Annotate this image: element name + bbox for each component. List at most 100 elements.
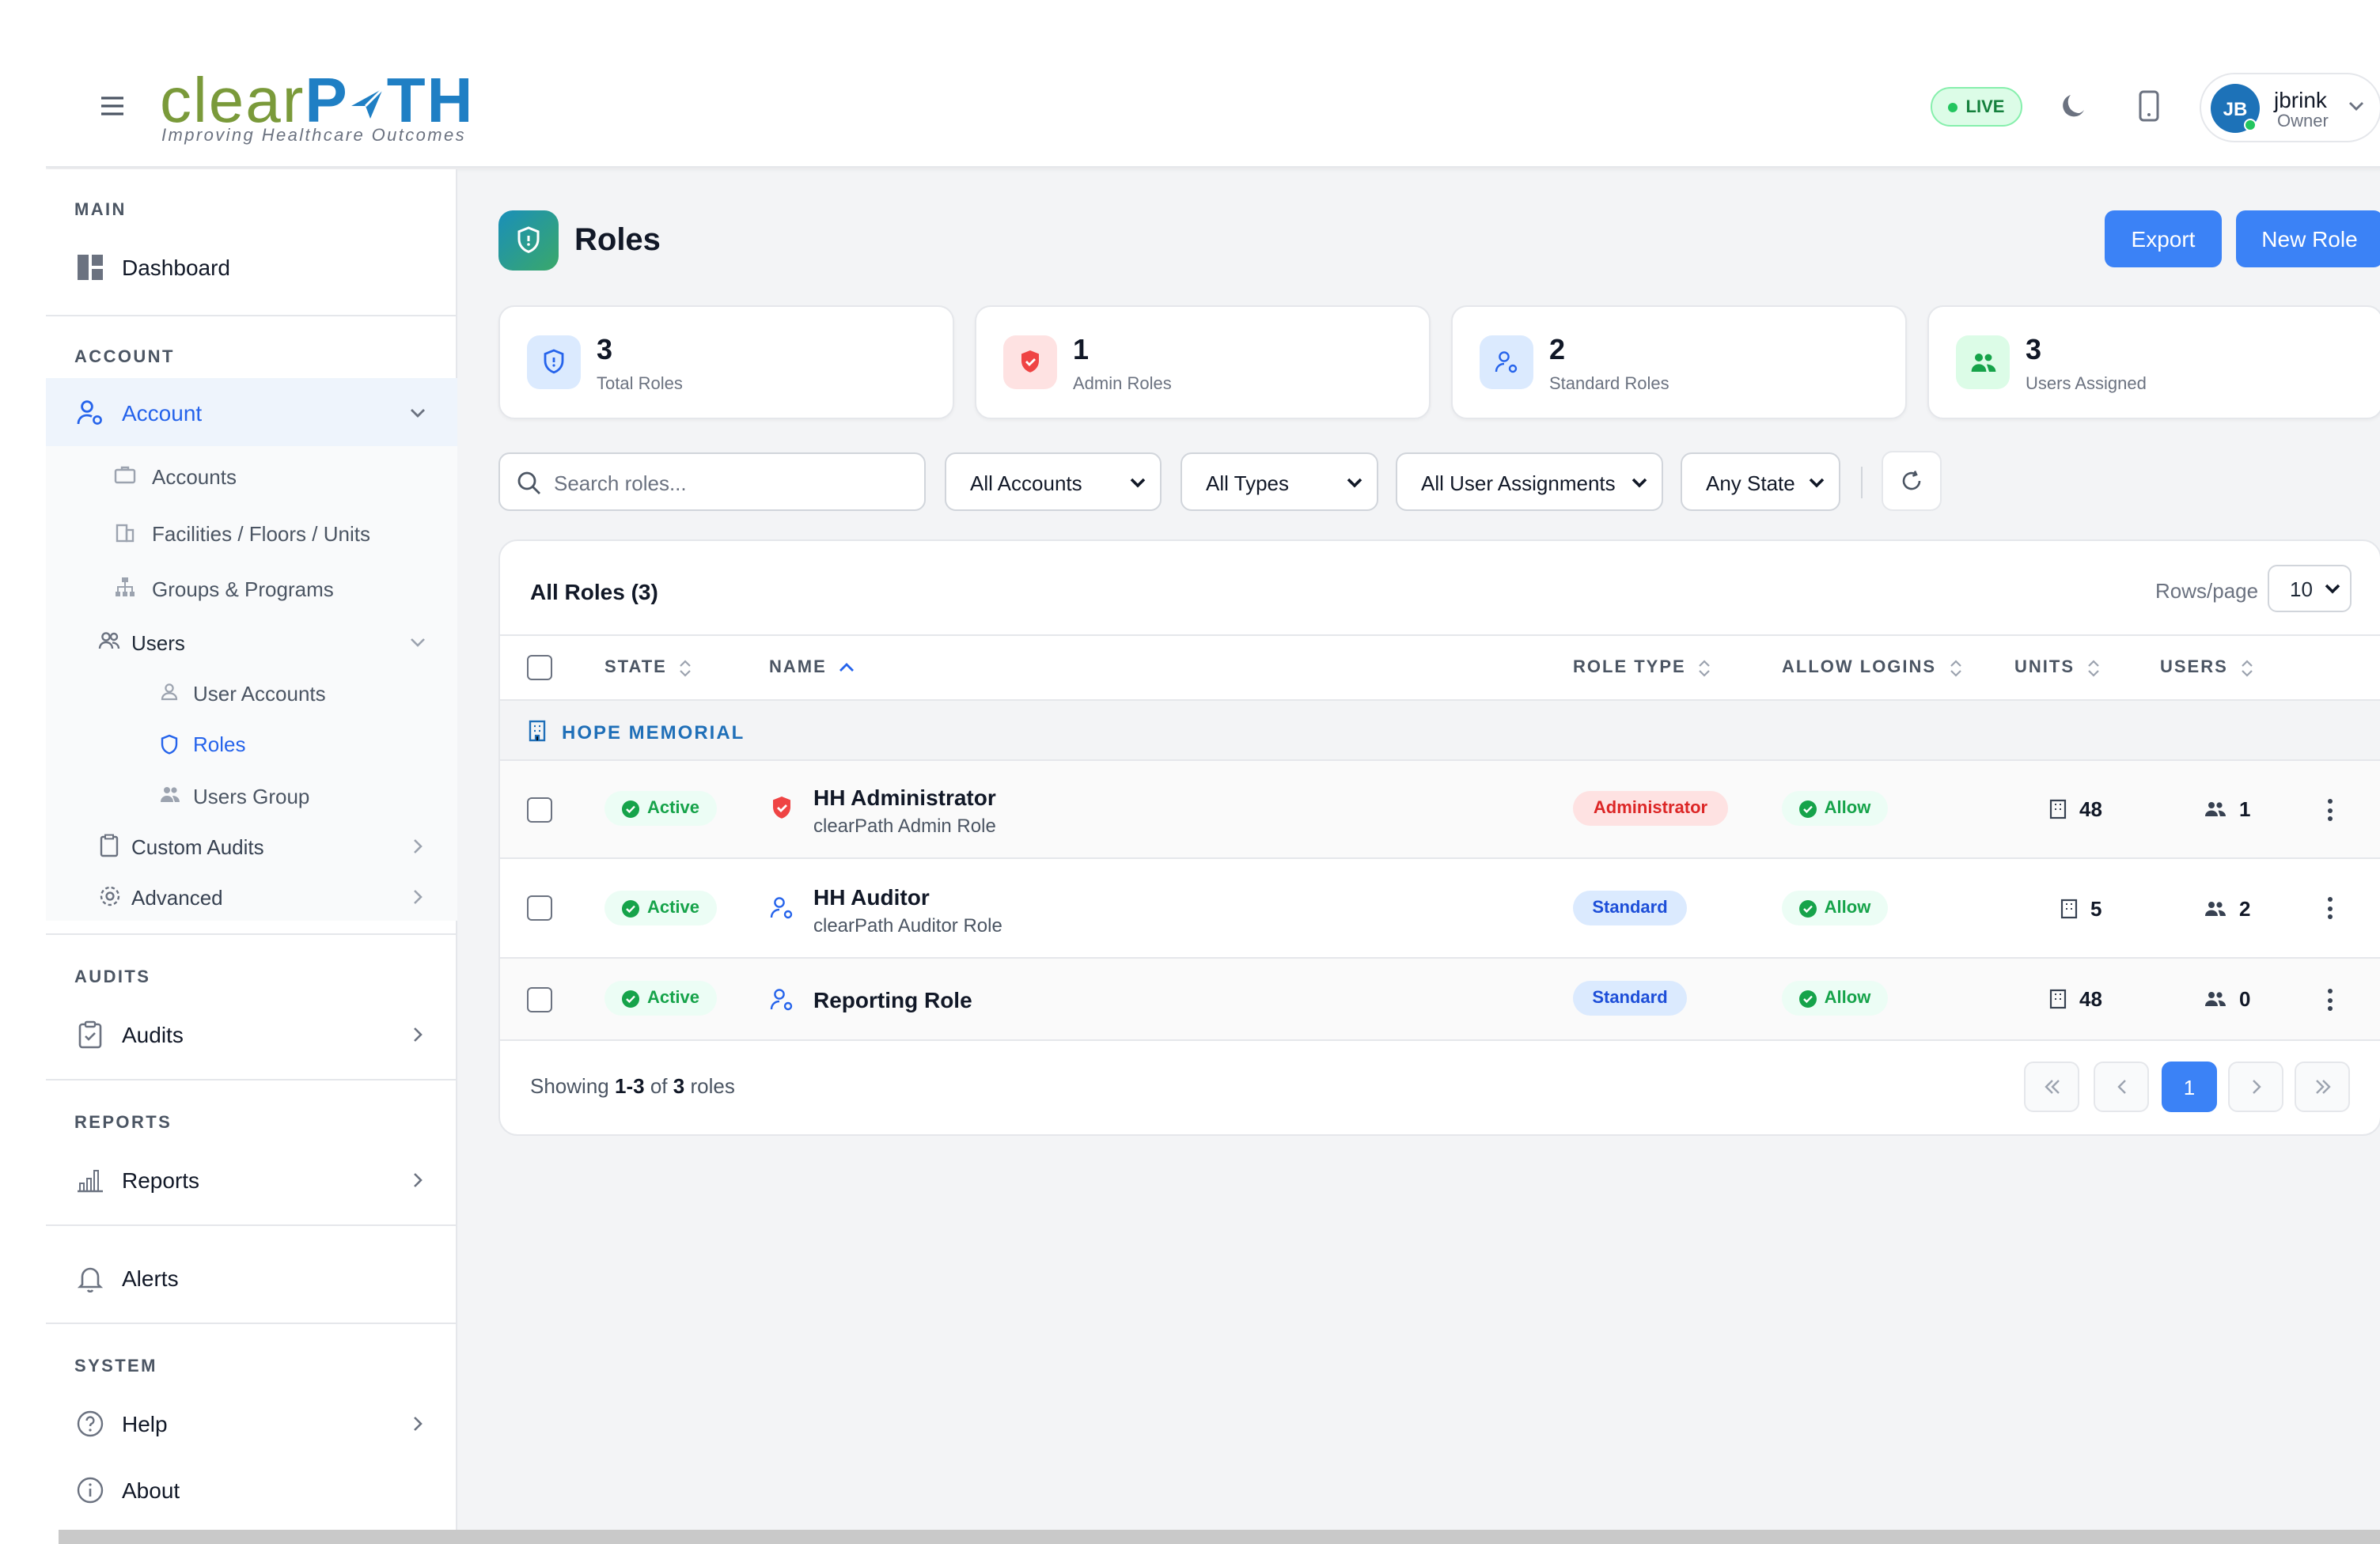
row-checkbox[interactable] [527,987,552,1012]
sort-icon [2088,659,2099,676]
column-name[interactable]: NAME [769,658,855,677]
select-all-checkbox[interactable] [527,655,552,680]
help-circle-icon [74,1408,106,1440]
check-circle-icon [621,990,639,1007]
sidebar-item-accounts[interactable]: Accounts [46,446,457,503]
check-circle-icon [1798,800,1817,817]
chevron-down-icon [411,409,425,418]
users-group-icon [157,781,182,807]
sidebar-item-advanced[interactable]: Advanced [46,870,457,922]
divider [46,315,457,316]
table-row[interactable]: Active HH Administrator clearPath Admin … [500,761,2380,859]
state-select[interactable]: Any State [1681,452,1840,511]
next-page-button[interactable] [2228,1062,2283,1112]
sort-icon [1950,659,1961,676]
allow-logins-badge: Allow [1782,891,1888,925]
group-row-hope-memorial: HOPE MEMORIAL [500,701,2380,761]
page-button-current[interactable]: 1 [2162,1062,2217,1112]
stat-card-standard-roles: 2 Standard Roles [1451,305,1907,419]
rows-per-page-select[interactable]: 10 [2268,565,2352,612]
sidebar-item-about[interactable]: About [46,1459,457,1522]
role-description: clearPath Admin Role [813,815,996,837]
allow-logins-badge: Allow [1782,791,1888,826]
sidebar-item-users-group[interactable]: Users Group [46,769,457,821]
dashboard-icon [74,252,106,283]
page-number: 1 [2183,1075,2196,1099]
accounts-select[interactable]: All Accounts [945,452,1162,511]
more-actions-icon[interactable] [2320,894,2339,922]
last-page-button[interactable] [2295,1062,2350,1112]
user-menu[interactable]: JB jbrink Owner [2200,73,2380,142]
user-name: jbrink [2274,87,2327,112]
export-button[interactable]: Export [2105,210,2222,267]
moon-icon[interactable] [2054,87,2092,125]
user-gear-icon [767,986,796,1014]
role-description: clearPath Auditor Role [813,914,1002,937]
types-select[interactable]: All Types [1181,452,1378,511]
sidebar-item-users[interactable]: Users [46,614,457,668]
new-role-button[interactable]: New Role [2236,210,2380,267]
sidebar-item-groups[interactable]: Groups & Programs [46,558,457,615]
menu-icon[interactable] [100,92,125,125]
column-label: ROLE TYPE [1573,658,1686,677]
sidebar: MAIN Dashboard ACCOUNT Account Accounts [46,169,457,1530]
sidebar-label-roles: Roles [193,732,246,756]
chevron-down-icon [2325,584,2340,594]
column-label: ALLOW LOGINS [1782,658,1937,677]
table-row[interactable]: Active Reporting Role Standard Allow 48 … [500,959,2380,1041]
refresh-button[interactable] [1882,451,1942,511]
sidebar-item-audits[interactable]: Audits [46,1003,457,1066]
summary-total: 3 [673,1074,685,1098]
summary-of: of [650,1074,668,1098]
shield-icon [527,335,581,389]
user-assignments-select[interactable]: All User Assignments [1396,452,1663,511]
column-allow-logins[interactable]: ALLOW LOGINS [1782,658,1961,677]
sidebar-item-dashboard[interactable]: Dashboard [46,236,457,299]
sidebar-item-user-accounts[interactable]: User Accounts [46,666,457,718]
search-input[interactable] [554,467,902,498]
stat-value: 3 [2026,334,2042,365]
table-header: STATE NAME ROLE TYPE ALLOW LOGINS UNITS … [500,634,2380,701]
units-count: 48 [2049,987,2102,1011]
row-checkbox[interactable] [527,895,552,921]
role-type-badge: Administrator [1573,791,1728,826]
chevron-down-icon [1347,478,1362,488]
column-state[interactable]: STATE [604,658,692,677]
brand-logo[interactable]: clearP TH Improving Healthcare Outcomes [160,66,508,149]
role-name[interactable]: Reporting Role [813,987,972,1012]
avatar-initials: JB [2223,97,2248,119]
role-name[interactable]: HH Auditor [813,884,930,910]
column-units[interactable]: UNITS [2014,658,2100,677]
users-value: 0 [2239,987,2251,1011]
more-actions-icon[interactable] [2320,986,2339,1014]
search-box[interactable] [498,452,926,511]
sidebar-item-reports[interactable]: Reports [46,1149,457,1212]
user-gear-icon [767,894,796,922]
sidebar-item-help[interactable]: Help [46,1392,457,1455]
column-users[interactable]: USERS [2160,658,2253,677]
sort-icon [1699,659,1711,676]
page-title: Roles [574,223,661,258]
check-circle-icon [621,800,639,817]
table-row[interactable]: Active HH Auditor clearPath Auditor Role… [500,859,2380,959]
bell-icon [74,1262,106,1294]
row-checkbox[interactable] [527,797,552,823]
sidebar-label-groups: Groups & Programs [152,577,334,601]
role-name[interactable]: HH Administrator [813,785,996,810]
state-text: Active [646,899,700,918]
sidebar-item-alerts[interactable]: Alerts [46,1247,457,1310]
more-actions-icon[interactable] [2320,796,2339,824]
mobile-icon[interactable] [2130,87,2168,125]
check-circle-icon [1798,899,1817,917]
sidebar-item-roles[interactable]: Roles [46,718,457,769]
allow-logins-text: Allow [1824,899,1871,918]
prev-page-button[interactable] [2094,1062,2149,1112]
user-role: Owner [2277,112,2329,131]
column-role-type[interactable]: ROLE TYPE [1573,658,1711,677]
sidebar-item-custom-audits[interactable]: Custom Audits [46,819,457,872]
sidebar-item-account[interactable]: Account [46,378,457,446]
sidebar-label-account: Account [122,400,203,426]
first-page-button[interactable] [2024,1062,2079,1112]
logo-clear-text: clear [160,66,305,136]
sidebar-item-facilities[interactable]: Facilities / Floors / Units [46,503,457,560]
